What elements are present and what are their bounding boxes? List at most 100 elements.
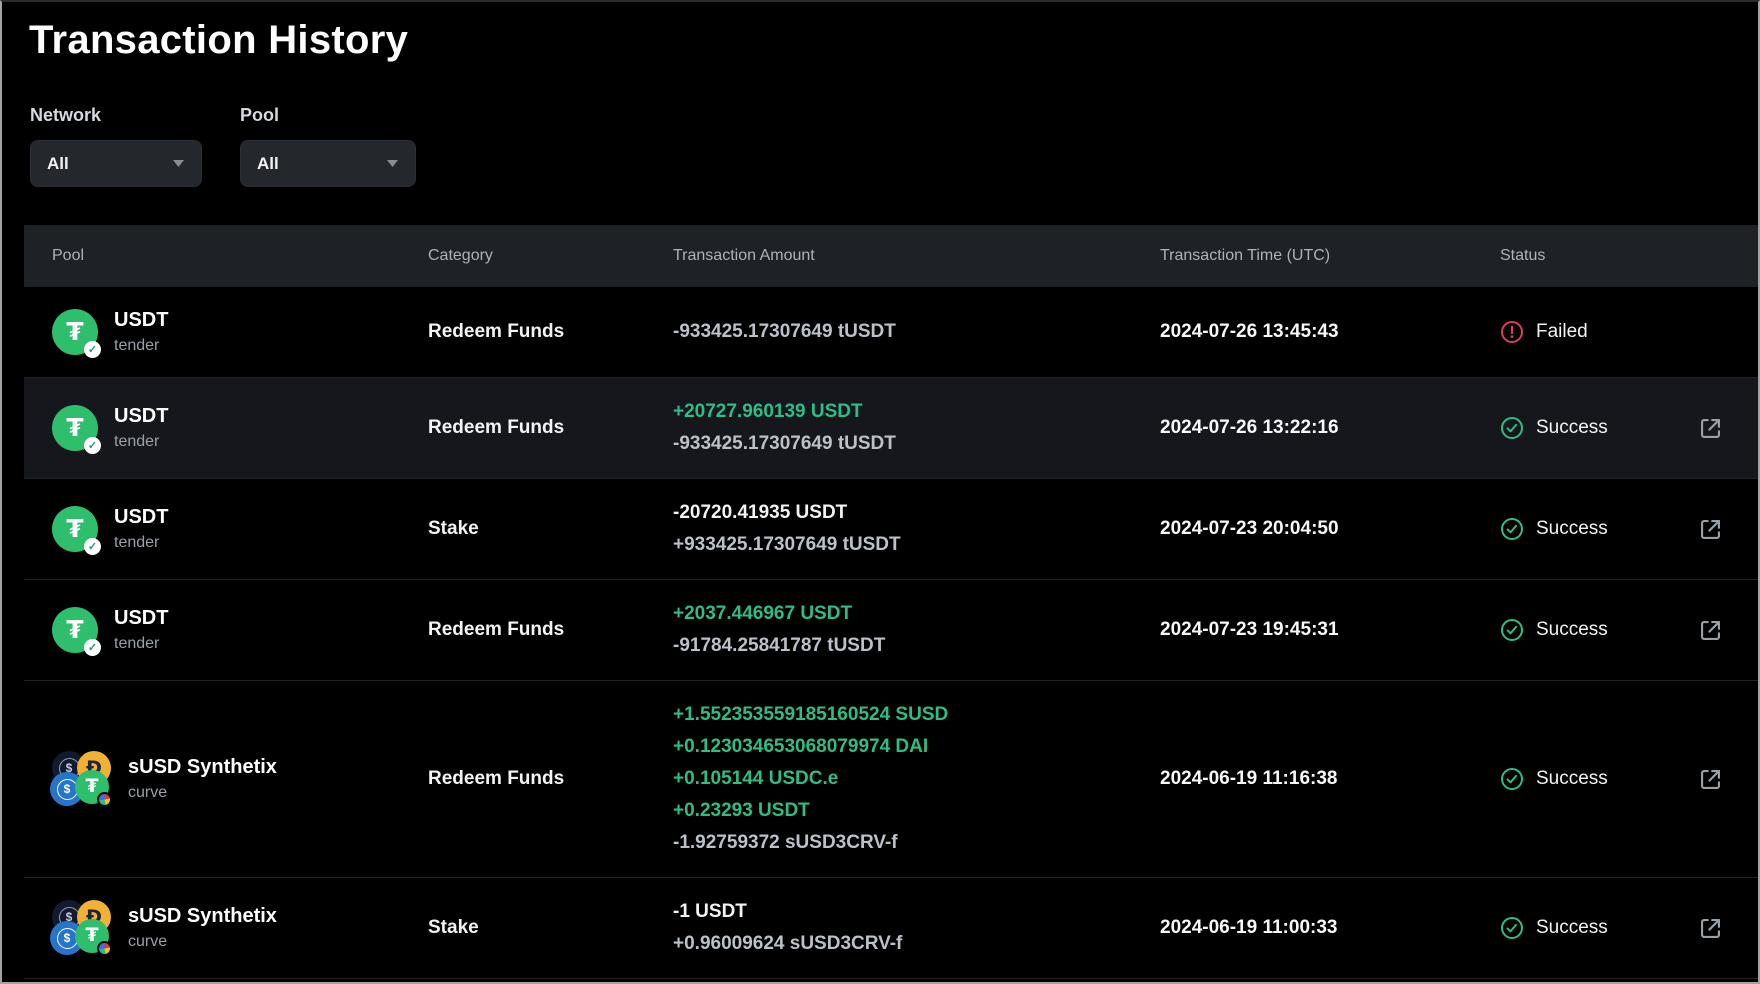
pool-icon: ₮✓: [52, 309, 98, 355]
check-circle-icon: [1500, 767, 1524, 791]
status-cell: Success: [1500, 416, 1697, 440]
amount-line: -20720.41935 USDT: [673, 497, 1160, 529]
time-cell: 2024-07-26 13:45:43: [1160, 321, 1500, 343]
table-header: Pool Category Transaction Amount Transac…: [24, 225, 1760, 287]
chevron-down-icon: [386, 159, 399, 168]
amount-line: +1.552353559185160524 SUSD: [673, 699, 1160, 731]
usdt-coin-icon: ₮✓: [52, 405, 98, 451]
network-select[interactable]: All: [30, 140, 202, 187]
pool-platform: tender: [114, 634, 168, 654]
status-icon: [1500, 618, 1524, 642]
check-badge-icon: ✓: [84, 538, 101, 555]
column-header-amount: Transaction Amount: [673, 247, 1160, 265]
time-cell: 2024-07-23 20:04:50: [1160, 518, 1500, 540]
tether-glyph: ₮: [66, 413, 83, 442]
tether-glyph: ₮: [66, 317, 83, 346]
amount-cell: +20727.960139 USDT-933425.17307649 tUSDT: [673, 396, 1160, 460]
amount-line: +933425.17307649 tUSDT: [673, 529, 1160, 561]
pool-icon: ₮✓: [52, 405, 98, 451]
status-icon: [1500, 517, 1524, 541]
pool-platform: tender: [114, 432, 168, 452]
time-cell: 2024-07-23 19:45:31: [1160, 619, 1500, 641]
table-row: $Đ$₮ sUSD Synthetix curve Redeem Funds +…: [24, 681, 1760, 878]
pool-cell: ₮✓ USDT tender: [52, 404, 428, 452]
status-cell: Success: [1500, 767, 1697, 791]
pool-text: USDT tender: [114, 505, 168, 553]
link-cell: [1697, 516, 1760, 543]
tether-glyph: ₮: [85, 924, 98, 946]
pool-select[interactable]: All: [240, 140, 416, 187]
amount-line: +2037.446967 USDT: [673, 598, 1160, 630]
pool-select-value: All: [257, 154, 279, 174]
column-header-category: Category: [428, 247, 673, 265]
pool-text: USDT tender: [114, 308, 168, 356]
external-link-icon[interactable]: [1697, 915, 1724, 942]
pool-icon: $Đ$₮: [52, 900, 112, 956]
pool-icon: $Đ$₮: [52, 751, 112, 807]
network-filter: Network All: [30, 105, 202, 187]
category-cell: Redeem Funds: [428, 768, 673, 790]
link-cell: [1697, 766, 1760, 793]
pool-name: USDT: [114, 404, 168, 429]
status-label: Success: [1536, 768, 1608, 790]
pool-cell: $Đ$₮ sUSD Synthetix curve: [52, 900, 428, 956]
check-circle-icon: [1500, 517, 1524, 541]
amount-line: +0.105144 USDC.e: [673, 763, 1160, 795]
status-label: Failed: [1536, 321, 1588, 343]
curve-logo-icon: [97, 792, 112, 807]
amount-cell: +2037.446967 USDT-91784.25841787 tUSDT: [673, 598, 1160, 662]
amount-line: +0.23293 USDT: [673, 795, 1160, 827]
external-link-icon[interactable]: [1697, 516, 1724, 543]
check-circle-icon: [1500, 916, 1524, 940]
status-cell: Success: [1500, 916, 1697, 940]
status-label: Success: [1536, 518, 1608, 540]
usdt-coin-icon: ₮✓: [52, 309, 98, 355]
pool-cell: ₮✓ USDT tender: [52, 505, 428, 553]
link-cell: [1697, 617, 1760, 644]
check-circle-icon: [1500, 618, 1524, 642]
usdt-coin-icon: ₮: [75, 770, 109, 804]
pool-name: sUSD Synthetix: [128, 904, 277, 929]
chevron-down-icon: [172, 159, 185, 168]
pool-text: USDT tender: [114, 404, 168, 452]
pool-text: sUSD Synthetix curve: [128, 904, 277, 952]
network-filter-label: Network: [30, 105, 202, 126]
amount-line: -1.92759372 sUSD3CRV-f: [673, 827, 1160, 859]
status-cell: Failed: [1500, 320, 1697, 344]
pool-icon: ₮✓: [52, 506, 98, 552]
filters-bar: Network All Pool All: [30, 105, 1758, 187]
status-label: Success: [1536, 619, 1608, 641]
status-icon: [1500, 916, 1524, 940]
amount-cell: -933425.17307649 tUSDT: [673, 316, 1160, 348]
column-header-time: Transaction Time (UTC): [1160, 247, 1500, 265]
pool-cell: $Đ$₮ sUSD Synthetix curve: [52, 751, 428, 807]
external-link-icon[interactable]: [1697, 415, 1724, 442]
table-row: $Đ$₮ sUSD Synthetix curve Stake -1 USDT+…: [24, 878, 1760, 979]
table-row: ₮✓ USDT tender Redeem Funds +2037.446967…: [24, 580, 1760, 681]
pool-platform: curve: [128, 783, 277, 803]
usdt-coin-icon: ₮✓: [52, 607, 98, 653]
status-label: Success: [1536, 417, 1608, 439]
pool-platform: curve: [128, 932, 277, 952]
curve-logo-icon: [97, 941, 112, 956]
pool-name: sUSD Synthetix: [128, 755, 277, 780]
external-link-icon[interactable]: [1697, 766, 1724, 793]
table-body: ₮✓ USDT tender Redeem Funds -933425.1730…: [24, 287, 1760, 979]
transaction-history-page: Transaction History Network All Pool All…: [0, 0, 1760, 984]
pool-icon: ₮✓: [52, 607, 98, 653]
network-select-value: All: [47, 154, 69, 174]
transactions-table: Pool Category Transaction Amount Transac…: [24, 225, 1760, 979]
check-badge-icon: ✓: [84, 639, 101, 656]
category-cell: Redeem Funds: [428, 619, 673, 641]
amount-cell: -1 USDT+0.96009624 sUSD3CRV-f: [673, 896, 1160, 960]
amount-line: -933425.17307649 tUSDT: [673, 428, 1160, 460]
table-row: ₮✓ USDT tender Redeem Funds +20727.96013…: [24, 378, 1760, 479]
external-link-icon[interactable]: [1697, 617, 1724, 644]
status-icon: [1500, 320, 1524, 344]
category-cell: Stake: [428, 917, 673, 939]
pool-platform: tender: [114, 336, 168, 356]
column-header-status: Status: [1500, 247, 1697, 265]
time-cell: 2024-06-19 11:16:38: [1160, 768, 1500, 790]
pool-filter: Pool All: [240, 105, 416, 187]
pool-name: USDT: [114, 505, 168, 530]
